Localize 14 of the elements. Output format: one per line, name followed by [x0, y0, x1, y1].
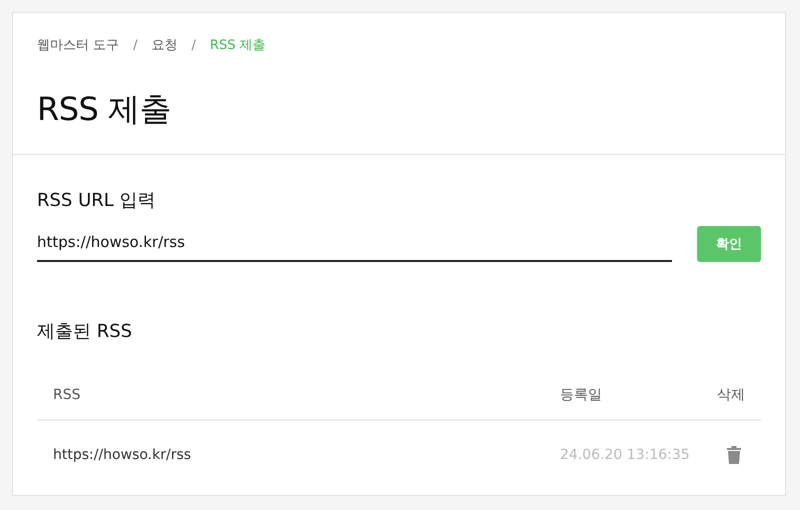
table-cell-text: https://howso.kr/rss [53, 447, 192, 463]
field-label: RSS URL 입력 [37, 189, 157, 212]
breadcrumb-separator: / [133, 38, 138, 52]
breadcrumb-item[interactable]: 요청 [152, 36, 178, 54]
column-header: RSS [53, 387, 82, 403]
breadcrumb-item: RSS 제출 [210, 37, 266, 54]
table-cell-text: 24.06.20 13:16:35 [560, 447, 691, 463]
breadcrumb-item[interactable]: 웹마스터 도구 [37, 36, 120, 54]
page-title: RSS 제출 [37, 89, 172, 130]
delete-icon[interactable] [727, 446, 741, 464]
column-header: 삭제 [716, 386, 745, 404]
column-header: 등록일 [560, 386, 603, 404]
section-title: 제출된 RSS [37, 320, 134, 343]
breadcrumb-separator: / [192, 38, 196, 52]
